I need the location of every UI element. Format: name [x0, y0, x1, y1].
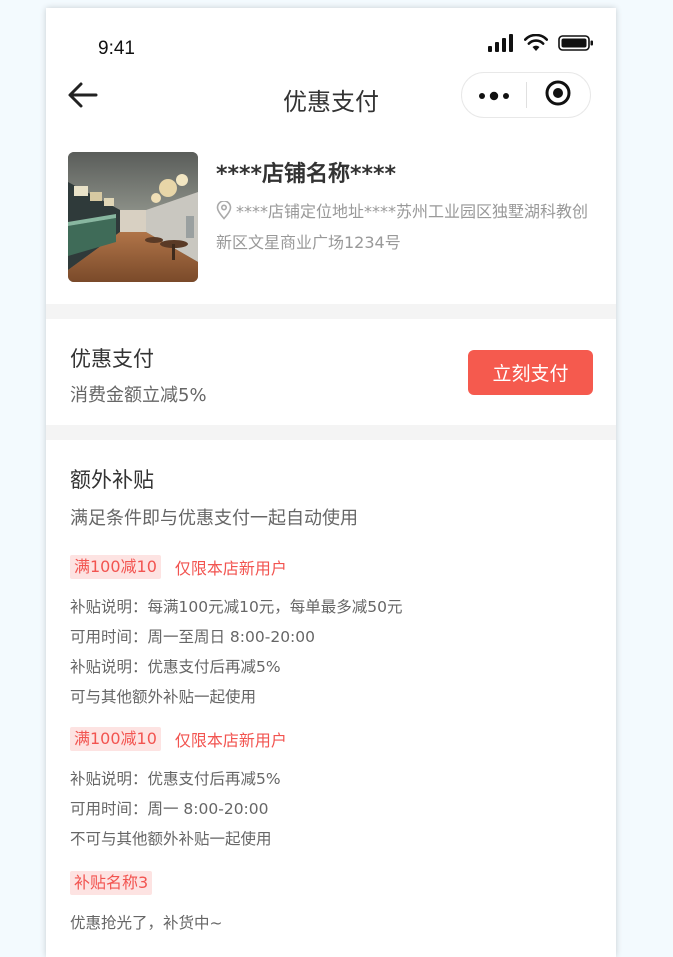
subsidy-tag: 满100减10 [70, 555, 161, 579]
extra-description: 满足条件即与优惠支付一起自动使用 [70, 508, 358, 529]
subsidy-line: 优惠抢光了，补货中~ [70, 914, 223, 932]
subsidy-line: 可与其他额外补贴一起使用 [70, 688, 257, 706]
extra-title: 额外补贴 [70, 468, 154, 492]
pay-title: 优惠支付 [70, 347, 154, 371]
signal-icon [488, 34, 514, 56]
status-icons [488, 33, 594, 56]
status-time: 9:41 [98, 38, 135, 59]
subsidy-line: 可用时间：周一 8:00-20:00 [70, 800, 269, 818]
more-dots-icon [478, 86, 510, 105]
subsidy-item: 满100减10 仅限本店新用户 补贴说明：每满100元减10元，每单最多减50元… [70, 554, 403, 712]
status-bar: 9:41 [46, 8, 616, 68]
subsidy-item: 补贴名称3 优惠抢光了，补货中~ [70, 870, 223, 938]
subsidy-line: 补贴说明：优惠支付后再减5% [70, 770, 281, 788]
discount-pay-section: 优惠支付 消费金额立减5% 立刻支付 [46, 319, 616, 425]
close-mini-program-button[interactable] [527, 73, 591, 117]
section-divider [46, 304, 616, 319]
subsidy-line: 补贴说明：每满100元减10元，每单最多减50元 [70, 598, 403, 616]
subsidy-item: 满100减10 仅限本店新用户 补贴说明：优惠支付后再减5% 可用时间：周一 8… [70, 726, 287, 854]
section-divider [46, 425, 616, 440]
subsidy-note: 仅限本店新用户 [174, 559, 287, 578]
wifi-icon [523, 33, 549, 56]
location-pin-icon [216, 200, 232, 229]
subsidy-line: 可用时间：周一至周日 8:00-20:00 [70, 628, 315, 646]
target-circle-icon [544, 79, 572, 111]
store-header: ****店铺名称**** ****店铺定位地址****苏州工业园区独墅湖科教创新… [46, 126, 616, 304]
store-address-row: ****店铺定位地址****苏州工业园区独墅湖科教创新区文星商业广场1234号 [216, 198, 596, 257]
pay-description: 消费金额立减5% [70, 385, 207, 406]
subsidy-tag: 补贴名称3 [70, 871, 153, 895]
subsidy-tag: 满100减10 [70, 727, 161, 751]
store-name: ****店铺名称**** [216, 162, 397, 187]
nav-bar: 优惠支付 [46, 68, 616, 126]
extra-subsidy-section: 额外补贴 满足条件即与优惠支付一起自动使用 满100减10 仅限本店新用户 补贴… [46, 440, 616, 957]
pay-now-button[interactable]: 立刻支付 [468, 350, 593, 395]
subsidy-line: 补贴说明：优惠支付后再减5% [70, 658, 281, 676]
store-photo [68, 152, 198, 282]
store-address: ****店铺定位地址****苏州工业园区独墅湖科教创新区文星商业广场1234号 [216, 202, 589, 252]
more-button[interactable] [462, 73, 526, 117]
subsidy-note: 仅限本店新用户 [174, 731, 287, 750]
subsidy-line: 不可与其他额外补贴一起使用 [70, 830, 272, 848]
mini-program-capsule [461, 72, 591, 118]
phone-frame: 9:41 优惠支付 ****店铺名称**** ****店铺定位地址****苏州工… [46, 8, 616, 957]
battery-icon [558, 34, 594, 56]
